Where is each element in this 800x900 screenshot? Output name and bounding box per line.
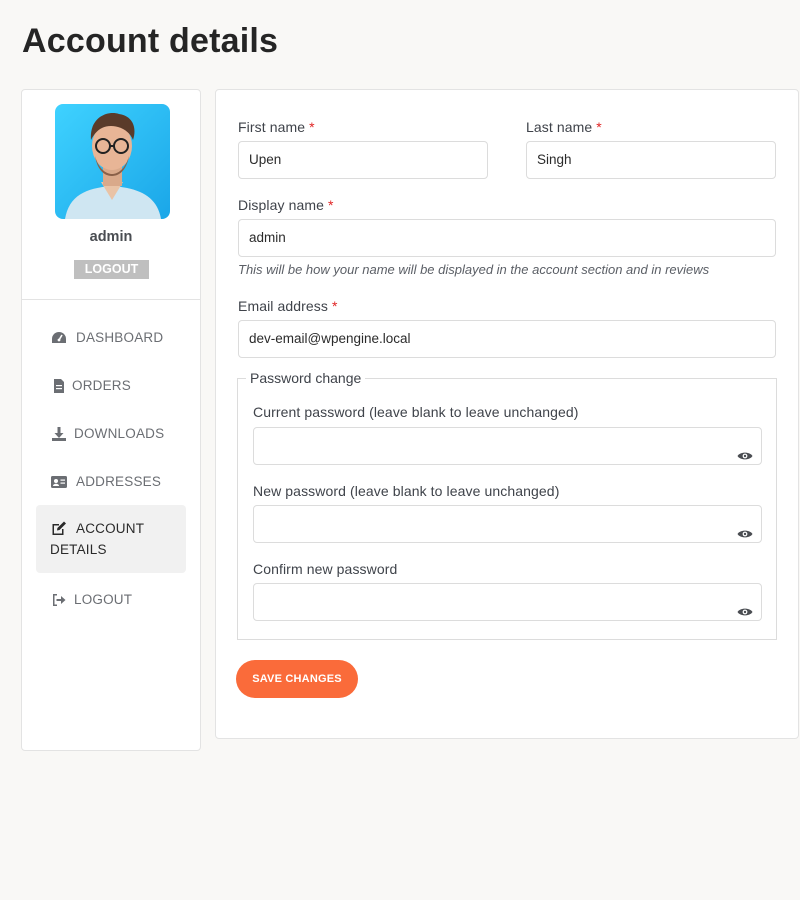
confirm-password-input[interactable] — [253, 583, 762, 621]
email-label-text: Email address — [238, 298, 329, 314]
download-icon — [50, 426, 68, 442]
show-password-eye-icon[interactable] — [737, 440, 753, 460]
email-input[interactable]: dev-email@wpengine.local — [238, 320, 776, 358]
nav-item-label: LOGOUT — [74, 592, 133, 607]
nav-item-orders[interactable]: ORDERS — [36, 378, 186, 394]
show-password-eye-icon[interactable] — [737, 518, 753, 538]
nav-item-label-line2: DETAILS — [50, 542, 107, 557]
save-changes-button[interactable]: SAVE CHANGES — [236, 660, 358, 698]
edit-icon — [50, 520, 68, 536]
display-name-hint: This will be how your name will be displ… — [238, 262, 710, 277]
show-password-eye-icon[interactable] — [737, 596, 753, 616]
first-name-label: First name * — [238, 119, 315, 135]
required-marker: * — [596, 119, 602, 135]
file-icon — [50, 378, 68, 394]
nav-item-label: ADDRESSES — [76, 474, 162, 489]
page-title: Account details — [22, 22, 279, 60]
current-password-label: Current password (leave blank to leave u… — [253, 404, 579, 420]
display-name-input[interactable]: admin — [238, 219, 776, 257]
current-password-input[interactable] — [253, 427, 762, 465]
email-label: Email address * — [238, 298, 338, 314]
nav-item-account-details[interactable]: ACCOUNT DETAILS — [36, 505, 186, 573]
address-card-icon — [50, 474, 68, 490]
gauge-icon — [50, 330, 68, 346]
sign-out-icon — [50, 592, 68, 608]
last-name-label-text: Last name — [526, 119, 593, 135]
display-name-label-text: Display name — [238, 197, 325, 213]
last-name-label: Last name * — [526, 119, 602, 135]
nav-item-logout[interactable]: LOGOUT — [36, 592, 186, 608]
profile-username: admin — [89, 229, 133, 245]
nav-item-addresses[interactable]: ADDRESSES — [36, 474, 186, 490]
avatar — [55, 104, 170, 219]
first-name-input[interactable]: Upen — [238, 141, 488, 179]
nav-item-label-line1: ACCOUNT — [76, 520, 145, 536]
nav-item-downloads[interactable]: DOWNLOADS — [36, 426, 186, 442]
display-name-label: Display name * — [238, 197, 334, 213]
account-sidebar: admin LOGOUT DASHBOARD ORDERS DOWNLOADS — [21, 89, 201, 751]
nav-item-label: DASHBOARD — [76, 330, 164, 345]
required-marker: * — [332, 298, 338, 314]
last-name-input[interactable]: Singh — [526, 141, 776, 179]
new-password-input[interactable] — [253, 505, 762, 543]
profile-card: admin LOGOUT — [22, 90, 200, 300]
account-details-form: First name * Upen Last name * Singh Disp… — [215, 89, 799, 739]
confirm-password-label: Confirm new password — [253, 561, 398, 577]
required-marker: * — [309, 119, 315, 135]
nav-item-label: DOWNLOADS — [74, 426, 165, 441]
nav-item-dashboard[interactable]: DASHBOARD — [36, 330, 186, 346]
password-change-legend: Password change — [246, 370, 366, 386]
nav-item-label: ORDERS — [72, 378, 131, 393]
profile-logout-button[interactable]: LOGOUT — [74, 260, 149, 279]
new-password-label: New password (leave blank to leave uncha… — [253, 483, 560, 499]
avatar-image — [55, 104, 170, 219]
first-name-label-text: First name — [238, 119, 306, 135]
required-marker: * — [328, 197, 334, 213]
password-change-fieldset: Password change Current password (leave … — [237, 370, 777, 640]
